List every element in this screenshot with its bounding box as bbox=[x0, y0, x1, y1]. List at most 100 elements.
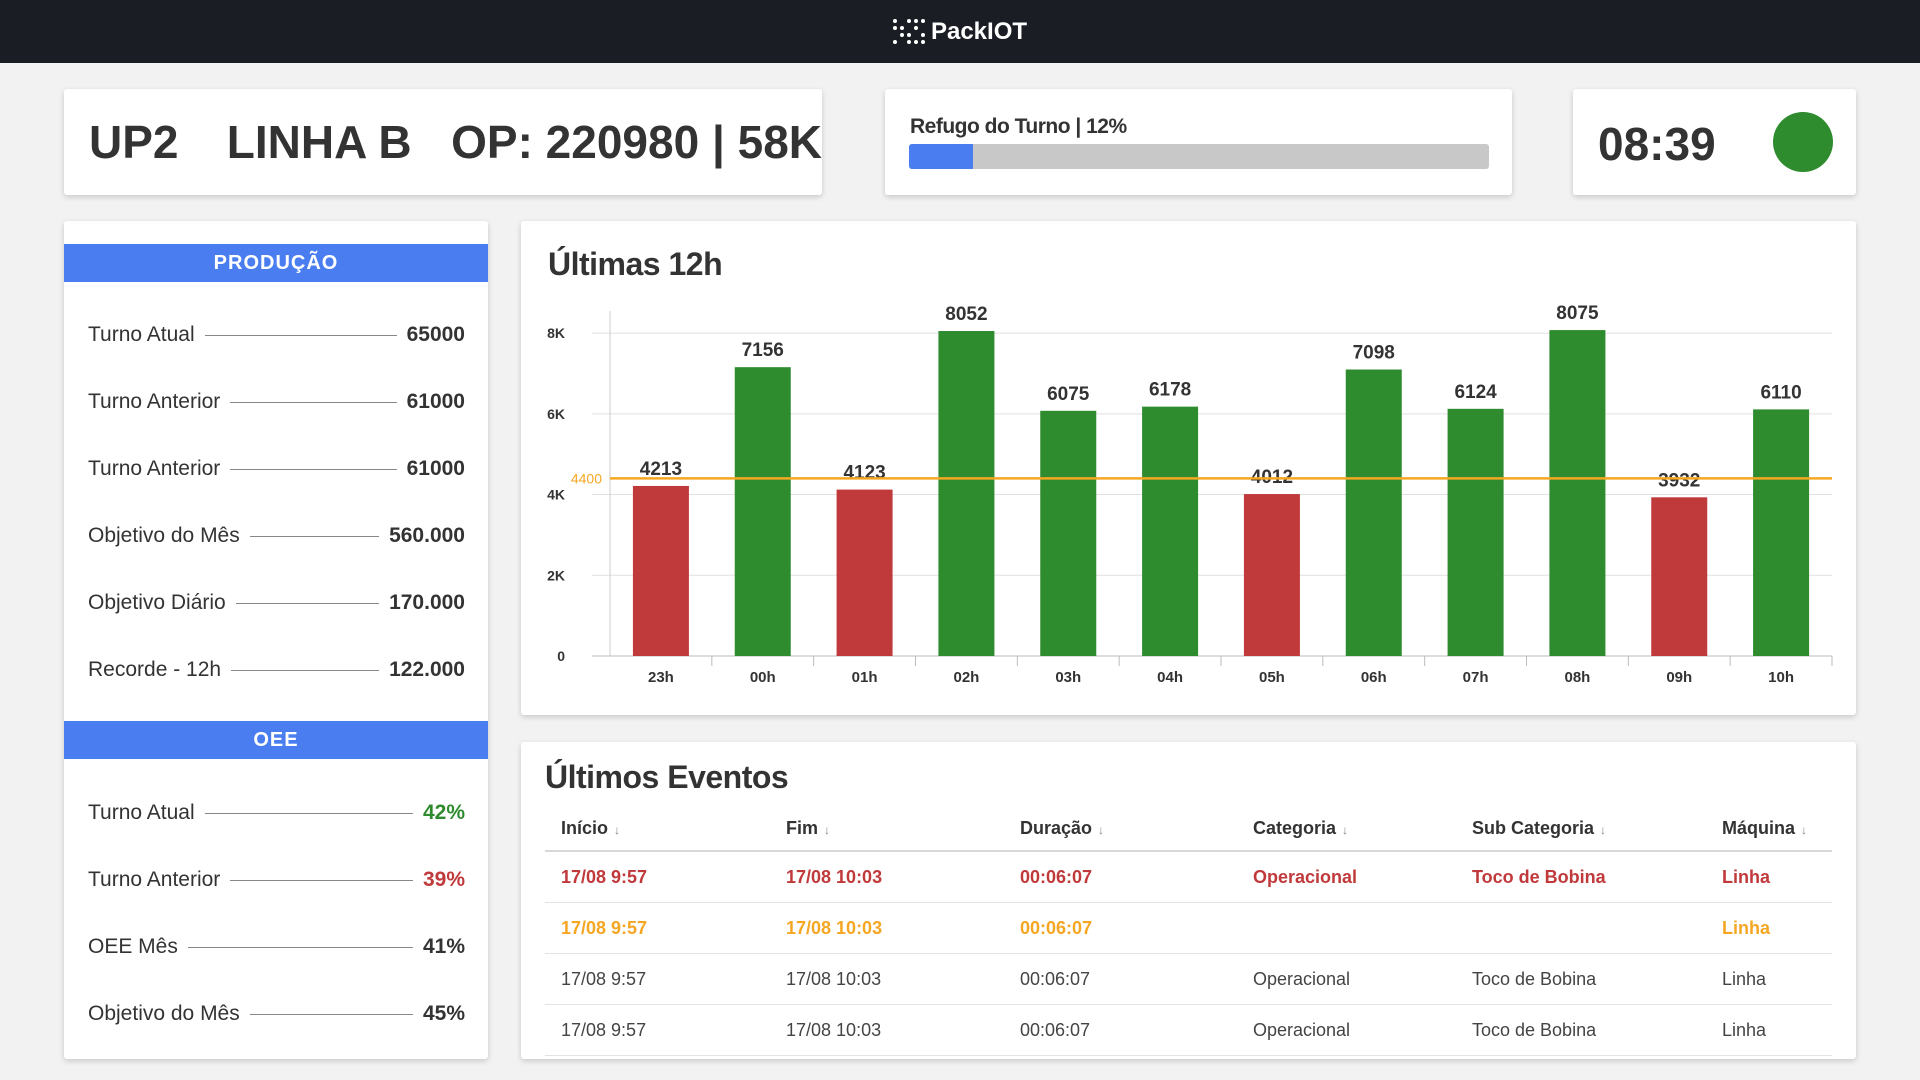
x-tick-label: 03h bbox=[1055, 669, 1081, 686]
bar-07h bbox=[1447, 408, 1504, 656]
events-card: Últimos Eventos Início ↓ Fim ↓ Duração ↓ Categ… bbox=[521, 742, 1856, 1059]
data-label: 4213 bbox=[640, 459, 682, 480]
column-header[interactable]: Sub Categoria ↓ bbox=[1456, 818, 1706, 839]
table-row[interactable]: 17/08 9:57 17/08 10:03 00:06:07 Operacional… bbox=[545, 1005, 1832, 1056]
data-label: 3932 bbox=[1658, 470, 1700, 491]
oee-metric-row: Objetivo do Mês 45% bbox=[88, 994, 465, 1034]
oee-metric-value: 45% bbox=[422, 1002, 465, 1025]
producao-section-header: PRODUÇÃO bbox=[64, 244, 488, 282]
column-header-label: Sub Categoria bbox=[1472, 817, 1595, 838]
logo-dots-icon bbox=[892, 19, 925, 44]
table-header-row: Início ↓ Fim ↓ Duração ↓ Categoria ↓ Sub Categor… bbox=[545, 806, 1832, 852]
sort-arrow-icon[interactable]: ↓ bbox=[1098, 823, 1104, 837]
table-cell: 00:06:07 bbox=[1020, 866, 1093, 887]
production-header-card: UP2 LINHA B OP: 220980 | 58K bbox=[64, 89, 822, 195]
column-header-label: Duração bbox=[1020, 817, 1093, 838]
oee-section-header: OEE bbox=[64, 721, 488, 759]
leader-line bbox=[230, 879, 413, 881]
data-label: 6124 bbox=[1454, 382, 1497, 403]
x-tick-label: 06h bbox=[1361, 669, 1387, 686]
producao-metric-label: Turno Anterior bbox=[88, 390, 221, 413]
table-cell: 00:06:07 bbox=[1020, 917, 1093, 938]
oee-metric-label: Turno Atual bbox=[88, 801, 195, 824]
producao-metric-value: 61000 bbox=[406, 457, 465, 480]
column-header[interactable]: Categoria ↓ bbox=[1237, 818, 1456, 839]
x-tick-label: 08h bbox=[1564, 669, 1590, 686]
producao-metric-row: Turno Anterior 61000 bbox=[88, 382, 465, 422]
target-label: 4400 bbox=[571, 470, 602, 486]
events-title: Últimos Eventos bbox=[545, 759, 789, 795]
leader-line bbox=[187, 946, 413, 948]
leader-line bbox=[230, 468, 397, 470]
column-header[interactable]: Fim ↓ bbox=[770, 818, 1004, 839]
refugo-card: Refugo do Turno | 12% bbox=[885, 89, 1512, 195]
leader-line bbox=[204, 812, 413, 814]
column-header-label: Fim bbox=[786, 817, 819, 838]
bar-02h bbox=[938, 331, 995, 656]
table-cell: 17/08 10:03 bbox=[786, 1019, 882, 1040]
sort-arrow-icon[interactable]: ↓ bbox=[1600, 823, 1606, 837]
bar-23h bbox=[632, 485, 689, 656]
column-header[interactable]: Máquina ↓ bbox=[1706, 818, 1832, 839]
producao-metric-value: 560.000 bbox=[389, 524, 465, 547]
sort-arrow-icon[interactable]: ↓ bbox=[1342, 823, 1348, 837]
bar-09h bbox=[1651, 497, 1708, 656]
status-indicator bbox=[1773, 112, 1833, 172]
table-cell: 17/08 10:03 bbox=[786, 968, 882, 989]
column-header[interactable]: Duração ↓ bbox=[1004, 818, 1237, 839]
table-cell: Operacional bbox=[1253, 866, 1358, 887]
table-cell: Toco de Bobina bbox=[1472, 866, 1606, 887]
sort-arrow-icon[interactable]: ↓ bbox=[614, 823, 620, 837]
y-tick-label: 2K bbox=[547, 567, 565, 583]
x-tick-label: 05h bbox=[1259, 669, 1285, 686]
column-header-label: Início bbox=[561, 817, 609, 838]
bar-10h bbox=[1753, 409, 1810, 656]
x-tick-label: 09h bbox=[1666, 669, 1692, 686]
events-table: Início ↓ Fim ↓ Duração ↓ Categoria ↓ Sub Categor… bbox=[545, 806, 1832, 1056]
column-header-label: Categoria bbox=[1253, 817, 1337, 838]
producao-metric-label: Recorde - 12h bbox=[88, 658, 222, 681]
column-header[interactable]: Início ↓ bbox=[545, 818, 770, 839]
production-bar-chart: 0 2K 4K 6K 8K 4213 23h 7156 00h 4123 01h 8052 02h 607… bbox=[547, 303, 1833, 686]
table-cell: Linha bbox=[1722, 1019, 1767, 1040]
y-tick-label: 0 bbox=[557, 648, 565, 664]
app-logo-text: PackIOT bbox=[930, 17, 1028, 45]
table-cell: Linha bbox=[1722, 968, 1767, 989]
y-tick-label: 8K bbox=[547, 325, 565, 341]
table-cell: Toco de Bobina bbox=[1472, 1019, 1597, 1040]
data-label: 7156 bbox=[742, 340, 784, 361]
oee-metric-label: Objetivo do Mês bbox=[88, 1002, 240, 1025]
producao-metric-row: Turno Atual 65000 bbox=[88, 315, 465, 355]
table-cell: Linha bbox=[1722, 866, 1770, 887]
data-label: 8075 bbox=[1556, 303, 1599, 324]
table-row[interactable]: 17/08 9:57 17/08 10:03 00:06:07 Linha bbox=[545, 903, 1832, 954]
column-header-label: Máquina bbox=[1722, 817, 1796, 838]
table-cell: 17/08 9:57 bbox=[561, 1019, 647, 1040]
sort-arrow-icon[interactable]: ↓ bbox=[824, 823, 830, 837]
leader-line bbox=[204, 334, 397, 336]
bar-06h bbox=[1345, 369, 1402, 656]
producao-metric-row: Recorde - 12h 122.000 bbox=[88, 650, 465, 690]
oee-metric-value: 42% bbox=[422, 801, 465, 824]
data-label: 7098 bbox=[1353, 343, 1395, 364]
data-label: 6075 bbox=[1047, 384, 1090, 405]
refugo-progress-bar bbox=[909, 144, 1489, 169]
data-label: 6178 bbox=[1149, 380, 1191, 401]
table-cell: 17/08 9:57 bbox=[561, 866, 648, 887]
bar-01h bbox=[836, 489, 893, 656]
sort-arrow-icon[interactable]: ↓ bbox=[1801, 823, 1807, 837]
data-label: 8052 bbox=[945, 304, 987, 325]
bar-03h bbox=[1040, 410, 1097, 656]
producao-metric-value: 65000 bbox=[406, 323, 465, 346]
leader-line bbox=[249, 1013, 413, 1015]
production-chart-card: Últimas 12h 0 2K 4K 6K 8K 4213 23h 7156 00h 4123 0… bbox=[521, 221, 1856, 715]
producao-metric-row: Turno Anterior 61000 bbox=[88, 449, 465, 489]
table-cell: Operacional bbox=[1253, 1019, 1351, 1040]
data-label: 4123 bbox=[843, 463, 885, 484]
table-row[interactable]: 17/08 9:57 17/08 10:03 00:06:07 Operacional… bbox=[545, 954, 1832, 1005]
bar-04h bbox=[1142, 406, 1199, 656]
oee-metric-label: Turno Anterior bbox=[88, 868, 221, 891]
table-row[interactable]: 17/08 9:57 17/08 10:03 00:06:07 Operacional… bbox=[545, 852, 1832, 903]
data-label: 6110 bbox=[1760, 382, 1801, 403]
leader-line bbox=[235, 602, 380, 604]
